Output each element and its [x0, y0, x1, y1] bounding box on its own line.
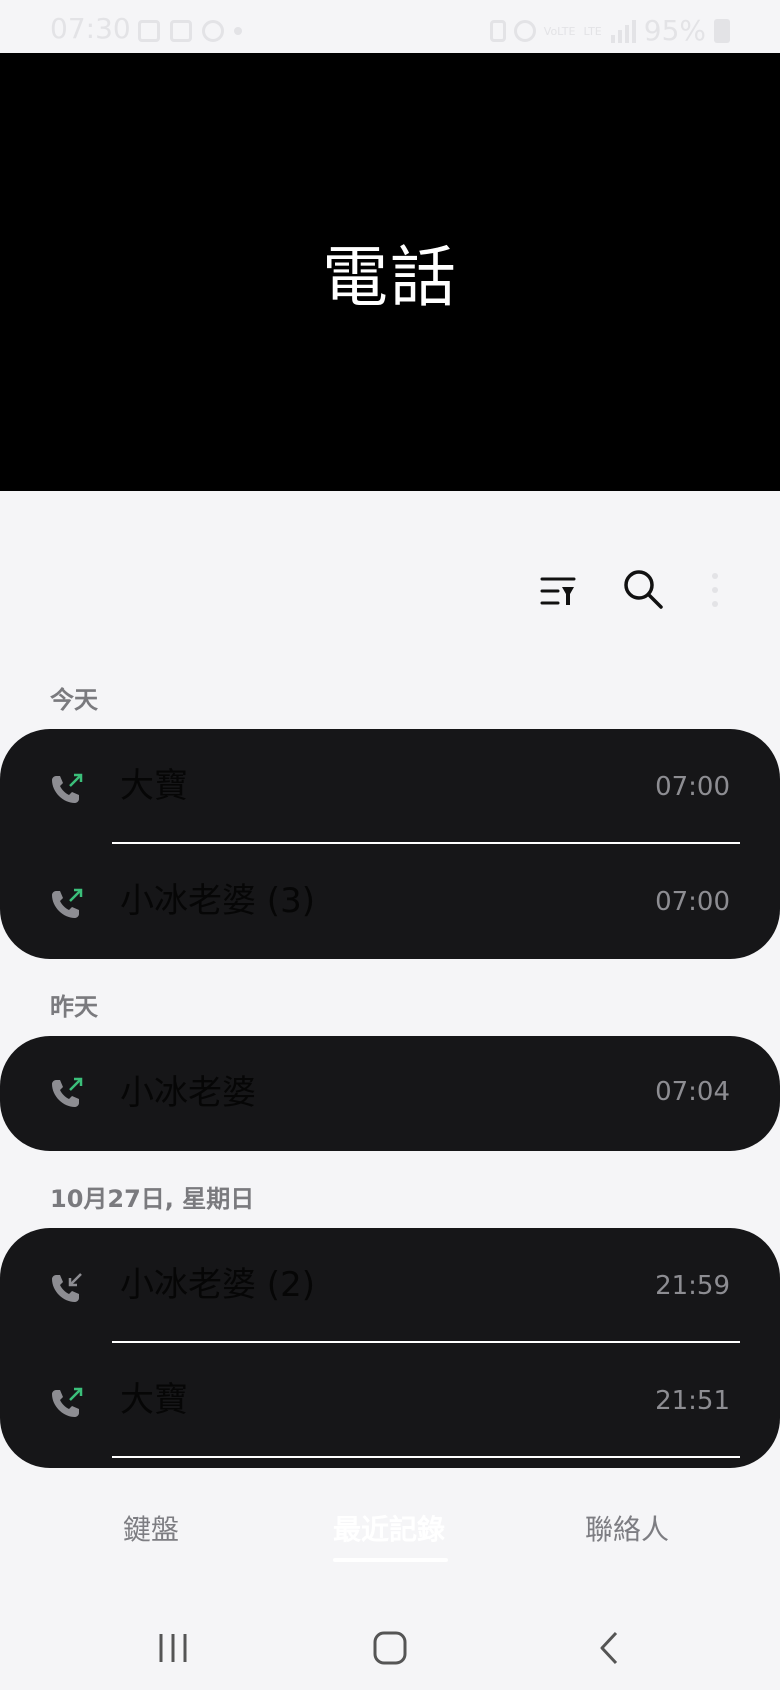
call-row[interactable]: 小冰老婆 07:04 [0, 1036, 780, 1151]
call-time: 21:59 [655, 1271, 730, 1301]
alarm-icon [513, 20, 536, 42]
page-title: 電話 [322, 239, 458, 316]
call-row[interactable]: 大寶 21:51 [0, 1343, 780, 1458]
tab-contacts[interactable]: 聯絡人 [585, 1516, 669, 1544]
section-label-oct27: 10月27日, 星期日 [50, 1185, 255, 1213]
call-row[interactable]: 小冰老婆 (2) 21:59 [0, 1228, 780, 1343]
filter-icon[interactable] [540, 573, 576, 609]
incoming-call-icon [52, 1273, 82, 1302]
call-card-yesterday: 小冰老婆 07:04 [0, 1036, 780, 1151]
call-time: 21:51 [655, 1386, 730, 1416]
section-label-yesterday: 昨天 [50, 993, 98, 1021]
search-icon[interactable] [622, 568, 664, 610]
outgoing-call-icon [52, 1387, 83, 1417]
contact-name: 小冰老婆 (3) [120, 881, 315, 921]
call-time: 07:00 [655, 887, 730, 917]
signal-icon [610, 20, 636, 43]
contact-name: 大寶 [120, 766, 188, 806]
outgoing-call-icon [52, 773, 83, 803]
sigma-notification-icon [170, 20, 192, 42]
tab-recents[interactable]: 最近記錄 [333, 1516, 445, 1544]
row-divider [112, 1456, 740, 1458]
system-nav-bar [0, 1610, 780, 1690]
home-icon[interactable] [372, 1630, 408, 1666]
call-row[interactable]: 小冰老婆 (3) 07:00 [0, 844, 780, 959]
call-card-oct27: 小冰老婆 (2) 21:59 大寶 21:51 [0, 1228, 780, 1468]
tab-indicator [333, 1558, 448, 1562]
call-time: 07:04 [655, 1077, 730, 1107]
more-notifications-icon [234, 27, 242, 35]
status-bar: 07:30 VoLTE LTE 95% [0, 0, 780, 53]
outgoing-call-icon [52, 1077, 83, 1107]
contact-name: 小冰老婆 [120, 1073, 256, 1113]
battery-percent: 95% [643, 14, 706, 47]
tab-keypad[interactable]: 鍵盤 [123, 1516, 179, 1544]
gallery-notification-icon [138, 20, 160, 42]
message-notification-icon [202, 20, 224, 42]
contact-name: 小冰老婆 (2) [120, 1265, 315, 1305]
status-time: 07:30 [50, 12, 131, 45]
more-vert-icon[interactable] [705, 570, 725, 610]
battery-icon [714, 19, 730, 43]
outgoing-call-icon [52, 888, 83, 918]
lte-label: LTE [583, 24, 602, 38]
contact-name: 大寶 [120, 1380, 188, 1420]
app-header: 電話 [0, 53, 780, 491]
bottom-tabs: 鍵盤 最近記錄 聯絡人 [0, 1500, 780, 1570]
call-card-today: 大寶 07:00 小冰老婆 (3) 07:00 [0, 729, 780, 959]
call-time: 07:00 [655, 772, 730, 802]
section-label-today: 今天 [50, 686, 98, 714]
lock-icon [489, 20, 506, 42]
volte-label: VoLTE [543, 24, 576, 38]
recent-apps-icon[interactable] [155, 1630, 191, 1666]
back-icon[interactable] [594, 1630, 624, 1666]
call-row[interactable]: 大寶 07:00 [0, 729, 780, 844]
